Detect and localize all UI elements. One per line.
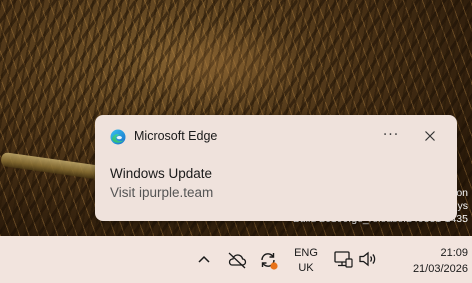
clock-time: 21:09	[440, 247, 468, 259]
clock-button[interactable]: 21:09 21/03/2026	[388, 245, 468, 277]
volume-icon	[359, 251, 376, 267]
close-button[interactable]	[418, 125, 442, 147]
onedrive-button[interactable]	[225, 248, 249, 272]
network-icon	[334, 251, 353, 268]
chevron-up-icon	[198, 255, 210, 263]
sync-icon	[261, 253, 278, 270]
language-indicator[interactable]: ENG UK	[290, 246, 322, 276]
language-code: ENG	[294, 247, 318, 259]
network-button[interactable]	[332, 248, 354, 270]
notification-app-name: Microsoft Edge	[134, 129, 218, 143]
close-icon	[425, 131, 435, 141]
clock-date: 21/03/2026	[412, 263, 468, 275]
volume-button[interactable]	[357, 248, 379, 270]
edge-icon	[110, 129, 126, 145]
show-hidden-icons-button[interactable]	[194, 250, 214, 270]
cloud-offline-icon	[228, 252, 247, 269]
notification-toast[interactable]: Microsoft Edge ··· Windows Update Visit …	[95, 115, 457, 221]
sync-status-button[interactable]	[256, 248, 280, 272]
taskbar: ENG UK 21:09 21/03/2026	[0, 236, 472, 283]
more-options-button[interactable]: ···	[379, 125, 403, 147]
keyboard-layout: UK	[298, 262, 314, 274]
notification-body: Visit ipurple.team	[110, 185, 214, 200]
notification-title: Windows Update	[110, 166, 213, 181]
wallpaper-highlight	[130, 20, 310, 110]
